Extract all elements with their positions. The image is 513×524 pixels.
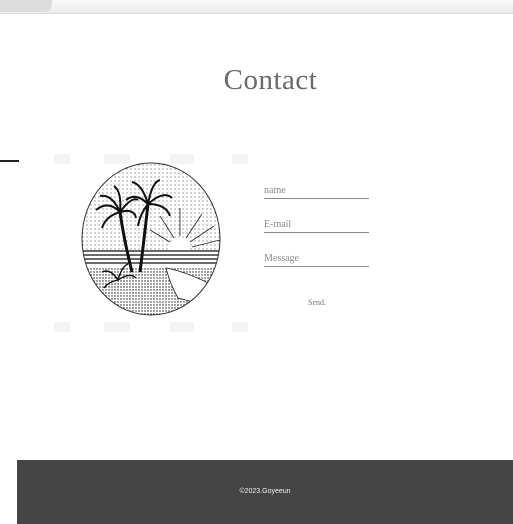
message-field-wrapper xyxy=(264,244,369,267)
contact-form xyxy=(264,176,369,278)
copyright-text: ©2023.Goyeeun xyxy=(239,488,291,495)
footer: ©2023.Goyeeun xyxy=(17,460,513,524)
watermark-block xyxy=(232,154,248,164)
message-field[interactable] xyxy=(264,253,369,264)
watermark-block xyxy=(170,322,194,332)
beach-illustration xyxy=(78,160,224,323)
name-field-wrapper xyxy=(264,176,369,199)
email-field-wrapper xyxy=(264,210,369,233)
watermark-block xyxy=(232,322,248,332)
watermark-block xyxy=(104,322,130,332)
watermark-block xyxy=(54,154,70,164)
browser-tab[interactable] xyxy=(0,0,52,12)
browser-top-bar xyxy=(0,0,513,14)
send-button[interactable]: Send. xyxy=(300,296,334,308)
name-field[interactable] xyxy=(264,185,369,196)
page-title: Contact xyxy=(223,64,318,96)
email-field[interactable] xyxy=(264,219,369,230)
hamburger-menu-icon[interactable] xyxy=(0,160,19,162)
watermark-block xyxy=(54,322,70,332)
